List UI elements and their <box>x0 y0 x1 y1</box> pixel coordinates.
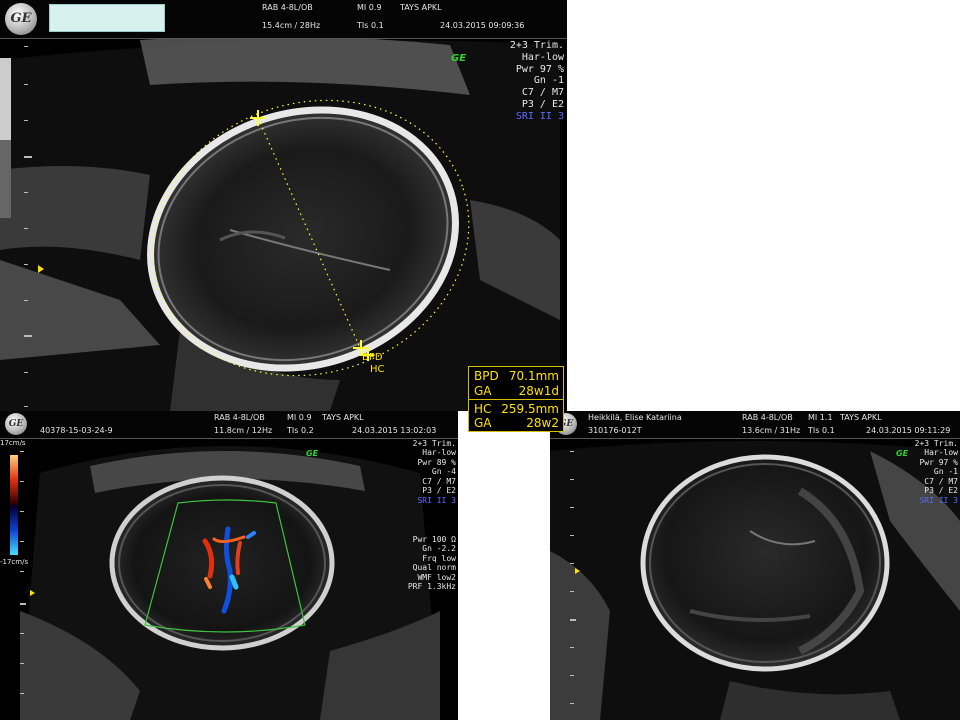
image-header: GE Heikkilä, Elise Katariina 310176-012T… <box>550 411 960 439</box>
site-label: TAYS APKL <box>322 413 364 422</box>
ge-logo: GE <box>5 3 37 35</box>
color-scale-min: -17cm/s <box>0 558 29 566</box>
datetime-label: 24.03.2015 09:09:36 <box>440 21 525 30</box>
param-cm: C7 / M7 <box>422 476 456 486</box>
param-cm: C7 / M7 <box>924 476 958 486</box>
ge-badge: GE <box>896 449 909 458</box>
ultrasound-image-head <box>0 36 560 411</box>
site-label: TAYS APKL <box>400 3 442 12</box>
hc-label: HC <box>474 402 492 416</box>
mi-label: MI 0.9 <box>357 3 382 12</box>
datetime-label: 24.03.2015 13:02:03 <box>352 426 437 435</box>
param-power: Pwr 89 % <box>417 457 456 467</box>
param-pe: P3 / E2 <box>521 98 564 110</box>
site-label: TAYS APKL <box>840 413 882 422</box>
ge-badge: GE <box>451 53 467 64</box>
bpd-value: 70.1mm <box>508 369 559 383</box>
ga1-row: GA 28w1d <box>474 384 559 398</box>
ga2-value: 28w2 <box>526 416 559 430</box>
color-scale-max: 17cm/s <box>0 439 26 447</box>
bpd-row: BPD 70.1mm <box>474 369 559 383</box>
patient-name-label: Heikkilä, Elise Katariina <box>588 413 682 422</box>
depth-label: 11.8cm / 12Hz <box>214 426 273 435</box>
probe-label: RAB 4-8L/OB <box>742 413 793 422</box>
param-preset: 2+3 Trim. <box>914 439 958 448</box>
param-harmonics: Har-low <box>924 448 958 458</box>
tis-label: TIs 0.1 <box>357 21 384 30</box>
tis-label: TIs 0.2 <box>287 426 314 435</box>
acquisition-params: 2+3 Trim. Har-low Pwr 97 % Gn -1 C7 / M7… <box>510 40 564 123</box>
ultrasound-image-doppler <box>10 446 440 720</box>
ge-badge: GE <box>306 449 319 458</box>
param-pe: P3 / E2 <box>422 486 456 496</box>
doppler-wall-filter: WMF low2 <box>417 572 456 582</box>
param-pe: P3 / E2 <box>924 486 958 496</box>
probe-label: RAB 4-8L/OB <box>262 3 313 12</box>
ga1-label: GA <box>474 384 492 398</box>
ultrasound-panel-hc-measurement: GE RAB 4-8L/OB MI 0.9 TAYS APKL 15.4cm /… <box>0 0 567 411</box>
mi-label: MI 1.1 <box>808 413 833 422</box>
doppler-gain: Gn -2.2 <box>422 544 456 554</box>
acquisition-params: 2+3 Trim. Har-low Pwr 89 % Gn -4 C7 / M7… <box>413 439 456 505</box>
image-header: GE RAB 4-8L/OB MI 0.9 TAYS APKL 15.4cm /… <box>0 0 567 39</box>
hc-value: 259.5mm <box>501 402 559 416</box>
param-preset: 2+3 Trim. <box>412 439 456 448</box>
image-header: GE 40378-15-03-24-9 RAB 4-8L/OB MI 0.9 T… <box>0 411 458 439</box>
param-power: Pwr 97 % <box>515 63 564 75</box>
patient-id-label: 40378-15-03-24-9 <box>40 426 113 435</box>
hc-row: HC 259.5mm <box>474 402 559 416</box>
param-gain: Gn -1 <box>933 467 958 477</box>
ga1-value: 28w1d <box>518 384 559 398</box>
param-harmonics: Har-low <box>422 448 456 458</box>
measurement-divider <box>469 399 563 400</box>
patient-id-label: 310176-012T <box>588 426 642 435</box>
param-sri: SRI II 3 <box>417 495 456 505</box>
doppler-frequency: Frq low <box>422 553 456 563</box>
param-sri: SRI II 3 <box>919 495 958 505</box>
patient-name-field <box>49 4 165 32</box>
bpd-label: BPD <box>474 369 499 383</box>
ultrasound-panel-color-doppler: GE 40378-15-03-24-9 RAB 4-8L/OB MI 0.9 T… <box>0 411 458 720</box>
caliper-label-bpd: BPD <box>362 352 383 363</box>
acquisition-params: 2+3 Trim. Har-low Pwr 97 % Gn -1 C7 / M7… <box>915 439 958 505</box>
param-sri: SRI II 3 <box>515 110 564 122</box>
param-gain: Gn -1 <box>533 75 564 87</box>
param-harmonics: Har-low <box>521 51 564 63</box>
param-cm: C7 / M7 <box>521 87 564 99</box>
param-preset: 2+3 Trim. <box>509 40 564 51</box>
param-gain: Gn -4 <box>431 467 456 477</box>
datetime-label: 24.03.2015 09:11:29 <box>866 426 951 435</box>
probe-label: RAB 4-8L/OB <box>214 413 265 422</box>
measurement-results-box: BPD 70.1mm GA 28w1d HC 259.5mm GA 28w2 <box>468 366 564 432</box>
ge-logo: GE <box>5 413 27 435</box>
caliper-label-hc: HC <box>370 364 385 375</box>
doppler-params: Pwr 100 Ω Gn -2.2 Frq low Qual norm WMF … <box>408 535 456 592</box>
doppler-prf: PRF 1.3kHz <box>407 582 456 592</box>
doppler-quality: Qual norm <box>412 563 456 573</box>
doppler-power: Pwr 100 Ω <box>412 535 456 544</box>
ga2-row: GA 28w2 <box>474 416 559 430</box>
depth-label: 15.4cm / 28Hz <box>262 21 321 30</box>
tis-label: TIs 0.1 <box>808 426 835 435</box>
depth-label: 13.6cm / 31Hz <box>742 426 801 435</box>
ultrasound-panel-head-section: GE Heikkilä, Elise Katariina 310176-012T… <box>550 411 960 720</box>
param-power: Pwr 97 % <box>919 457 958 467</box>
ga2-label: GA <box>474 416 492 430</box>
mi-label: MI 0.9 <box>287 413 312 422</box>
